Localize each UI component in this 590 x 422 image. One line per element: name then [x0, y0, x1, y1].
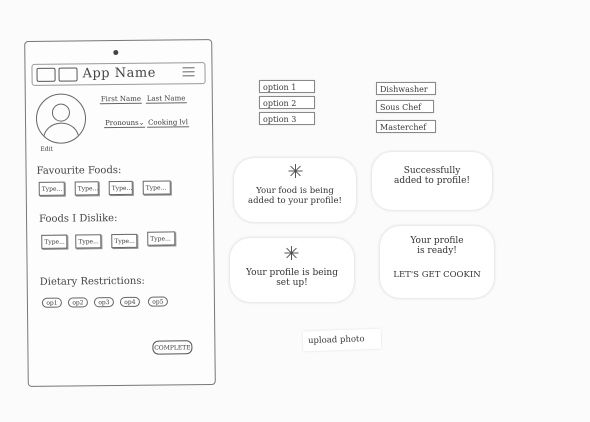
- loading-spinner-icon: [288, 164, 302, 178]
- book-icon[interactable]: [36, 67, 56, 82]
- disliked-foods-label: Foods I Dislike:: [39, 213, 118, 225]
- top-bar: App Name: [31, 62, 206, 86]
- profile-ready-card: Your profile is ready! LET'S GET COOKIN: [380, 226, 494, 298]
- dietary-option-2[interactable]: op2: [67, 297, 88, 308]
- camera-dot: [113, 50, 119, 56]
- food-adding-message: Your food is being added to your profile…: [248, 186, 342, 206]
- avatar[interactable]: [35, 93, 87, 144]
- dietary-restrictions-label: Dietary Restrictions:: [39, 275, 145, 288]
- option-item-1[interactable]: option 1: [259, 80, 315, 93]
- profile-setup-message: Your profile is being set up!: [246, 268, 338, 288]
- upload-photo-button[interactable]: upload photo: [302, 328, 382, 352]
- loading-spinner-icon: [284, 246, 298, 260]
- food-added-card: Successfully added to profile!: [372, 152, 492, 210]
- complete-button[interactable]: COMPLETE: [152, 340, 193, 355]
- dietary-option-3[interactable]: op3: [93, 297, 114, 308]
- favourite-foods-label: Favourite Foods:: [36, 164, 122, 177]
- dietary-option-1[interactable]: op1: [41, 297, 62, 308]
- pronouns-dropdown[interactable]: Pronouns⌄: [104, 118, 146, 129]
- cooking-level-dishwasher[interactable]: Dishwasher: [376, 82, 436, 95]
- favourite-food-input-2[interactable]: Type...: [74, 181, 99, 196]
- favourite-food-input-4[interactable]: Type...: [142, 180, 171, 195]
- cooking-level-dropdown-options: Dishwasher Sous Chef Masterchef: [376, 82, 436, 136]
- cooking-level-dropdown[interactable]: Cooking lvl: [147, 118, 190, 128]
- option-item-3[interactable]: option 3: [259, 112, 315, 125]
- disliked-food-input-4[interactable]: Type...: [147, 231, 176, 246]
- pronouns-label: Pronouns: [105, 118, 139, 128]
- edit-avatar-link[interactable]: Edit: [40, 146, 53, 153]
- disliked-food-input-1[interactable]: Type...: [41, 234, 68, 249]
- last-name-field[interactable]: Last Name: [145, 94, 187, 104]
- options-dropdown: option 1 option 2 option 3: [259, 80, 317, 128]
- dietary-option-4[interactable]: op4: [119, 296, 140, 308]
- cooking-level-sous-chef[interactable]: Sous Chef: [376, 100, 434, 113]
- disliked-food-input-2[interactable]: Type...: [75, 234, 102, 249]
- avatar-body-shape: [43, 122, 80, 144]
- phone-wireframe: App Name Edit First Name Last Name Prono…: [24, 39, 216, 387]
- dietary-options-row: op1 op2 op3 op4 op5: [41, 296, 192, 310]
- hamburger-menu-icon[interactable]: [182, 67, 195, 77]
- first-name-field[interactable]: First Name: [99, 94, 143, 105]
- cooking-level-masterchef[interactable]: Masterchef: [376, 120, 436, 133]
- profile-ready-message: Your profile is ready!: [410, 236, 464, 256]
- disliked-food-input-3[interactable]: Type...: [111, 233, 138, 249]
- avatar-head-shape: [51, 103, 71, 122]
- food-adding-card: Your food is being added to your profile…: [234, 158, 356, 222]
- favourite-food-input-1[interactable]: Type...: [38, 181, 65, 196]
- app-title: App Name: [82, 65, 156, 82]
- chat-icon[interactable]: [58, 67, 78, 82]
- favourite-food-input-3[interactable]: Type...: [108, 180, 133, 196]
- dietary-option-5[interactable]: op5: [147, 296, 168, 307]
- food-added-message: Successfully added to profile!: [393, 166, 471, 186]
- lets-get-cookin-button[interactable]: LET'S GET COOKIN: [386, 270, 488, 280]
- option-item-2[interactable]: option 2: [259, 96, 315, 109]
- chevron-down-icon: ⌄: [138, 118, 145, 127]
- profile-setup-card: Your profile is being set up!: [230, 238, 354, 302]
